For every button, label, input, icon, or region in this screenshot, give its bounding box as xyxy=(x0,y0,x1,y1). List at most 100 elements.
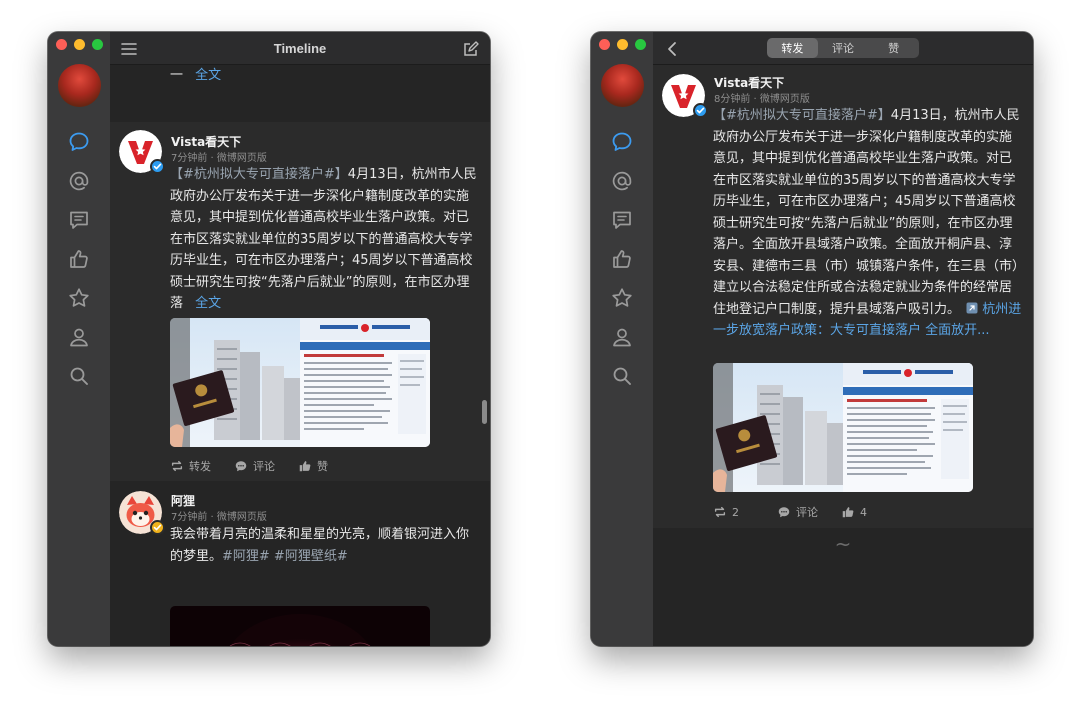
webpage-screenshot-image xyxy=(300,318,430,447)
account-avatar[interactable] xyxy=(601,64,644,107)
sidebar-item-profile[interactable] xyxy=(48,317,110,356)
post-actions: 转发 评论 赞 xyxy=(170,457,480,475)
post-body: 【#杭州拟大专可直接落户#】4月13日，杭州市人民政府办公厅发布关于进一步深化户… xyxy=(170,164,480,315)
tab-comments[interactable]: 评论 xyxy=(818,38,869,58)
sidebar xyxy=(591,32,653,646)
like-button[interactable]: 赞 xyxy=(298,458,328,474)
tab-likes[interactable]: 赞 xyxy=(868,38,919,58)
post-hashtag[interactable]: #阿狸# #阿狸壁纸# xyxy=(222,549,348,564)
post-username[interactable]: Vista看天下 xyxy=(714,74,784,91)
chat-bubble-icon xyxy=(612,132,632,151)
repost-icon xyxy=(171,460,183,472)
chat-bubble-icon xyxy=(69,132,89,151)
post-meta: 7分钟前 · 微博网页版 xyxy=(171,512,267,523)
star-icon xyxy=(69,287,89,307)
like-count: 4 xyxy=(860,505,867,519)
sidebar-item-timeline[interactable] xyxy=(591,122,653,161)
post-actions: 2 评论 4 xyxy=(713,503,1023,521)
window-controls xyxy=(56,39,103,50)
user-icon xyxy=(613,328,631,346)
menu-button[interactable] xyxy=(120,40,138,58)
sidebar-item-likes[interactable] xyxy=(48,239,110,278)
window-title: Timeline xyxy=(273,40,327,56)
read-more-link[interactable]: 全文 xyxy=(195,68,221,83)
timeline-post[interactable]: 阿狸 7分钟前 · 微博网页版 我会带着月亮的温柔和星星的光亮，顺着银河进入你的… xyxy=(110,482,490,646)
read-more-link[interactable]: 全文 xyxy=(195,296,221,311)
repost-icon xyxy=(714,506,726,518)
post-username[interactable]: Vista看天下 xyxy=(171,133,241,150)
post-photo[interactable] xyxy=(170,606,430,646)
sidebar-item-timeline[interactable] xyxy=(48,122,110,161)
window-controls xyxy=(599,39,646,50)
detail-tabs: 转发 评论 赞 xyxy=(767,38,919,58)
hamburger-icon xyxy=(121,43,137,55)
post-photo[interactable] xyxy=(713,363,843,492)
sidebar-item-profile[interactable] xyxy=(591,317,653,356)
avatar[interactable] xyxy=(119,130,165,174)
timeline-post[interactable]: Vista看天下 7分钟前 · 微博网页版 【#杭州拟大专可直接落户#】4月13… xyxy=(110,122,490,481)
comment-button[interactable]: 评论 xyxy=(234,458,275,474)
avatar[interactable] xyxy=(662,74,708,118)
comment-icon xyxy=(235,461,247,472)
post-screenshot[interactable] xyxy=(300,318,430,447)
post-meta: 8分钟前 · 微博网页版 xyxy=(714,94,810,105)
sidebar-item-search[interactable] xyxy=(591,356,653,395)
at-sign-icon xyxy=(69,171,89,190)
sidebar-item-comments[interactable] xyxy=(591,200,653,239)
sidebar-item-search[interactable] xyxy=(48,356,110,395)
timeline-window: Timeline 一 全文 转发 评论 xyxy=(48,32,490,646)
comment-list-icon xyxy=(613,211,631,229)
thumbs-up-icon xyxy=(70,249,88,268)
post-text: 4月13日，杭州市人民政府办公厅发布关于进一步深化户籍制度改革的实施意见，其中提… xyxy=(713,108,1020,317)
post-detail-window: 转发 评论 赞 Vista看天下 8分钟前 · 微博网页版 【#杭州拟大专可直接… xyxy=(591,32,1033,646)
sidebar-item-favorites[interactable] xyxy=(48,278,110,317)
sidebar-item-comments[interactable] xyxy=(48,200,110,239)
post-text: 4月13日，杭州市人民政府办公厅发布关于进一步深化户籍制度改革的实施意见，其中提… xyxy=(170,167,477,311)
close-window-button[interactable] xyxy=(56,39,67,50)
compose-button[interactable] xyxy=(462,40,480,58)
post-images[interactable] xyxy=(713,363,973,492)
post-hashtag[interactable]: 【#杭州拟大专可直接落户#】 xyxy=(170,167,348,182)
scrollbar-thumb[interactable] xyxy=(482,400,487,424)
thumbs-up-icon xyxy=(299,461,311,472)
verified-badge xyxy=(150,159,165,174)
repost-count: 2 xyxy=(732,505,739,519)
detail-main: 转发 评论 赞 Vista看天下 8分钟前 · 微博网页版 【#杭州拟大专可直接… xyxy=(653,32,1033,646)
sidebar-item-mentions[interactable] xyxy=(48,161,110,200)
avatar[interactable] xyxy=(119,491,165,535)
sidebar-item-mentions[interactable] xyxy=(591,161,653,200)
list-end-indicator: ~ xyxy=(834,532,852,556)
compose-icon xyxy=(464,41,479,56)
external-link-icon xyxy=(966,302,978,313)
post-meta: 7分钟前 · 微博网页版 xyxy=(171,153,267,164)
zoom-window-button[interactable] xyxy=(635,39,646,50)
chevron-left-icon xyxy=(668,42,676,56)
post-screenshot[interactable] xyxy=(843,363,973,492)
account-avatar[interactable] xyxy=(58,64,101,107)
thumbs-up-icon xyxy=(613,249,631,268)
minimize-window-button[interactable] xyxy=(617,39,628,50)
star-icon xyxy=(612,287,632,307)
minimize-window-button[interactable] xyxy=(74,39,85,50)
post-images[interactable] xyxy=(170,318,430,447)
post-photo[interactable] xyxy=(170,318,300,447)
close-window-button[interactable] xyxy=(599,39,610,50)
sidebar-item-favorites[interactable] xyxy=(591,278,653,317)
webpage-screenshot-image xyxy=(843,363,973,492)
comment-list-icon xyxy=(70,211,88,229)
zoom-window-button[interactable] xyxy=(92,39,103,50)
comment-button[interactable]: 评论 xyxy=(777,504,818,520)
user-icon xyxy=(70,328,88,346)
repost-button[interactable]: 转发 xyxy=(170,458,211,474)
like-button[interactable]: 4 xyxy=(841,505,867,519)
tab-reposts[interactable]: 转发 xyxy=(767,38,818,58)
partial-post: 一 全文 转发 评论 赞 xyxy=(110,65,490,141)
post-body: 【#杭州拟大专可直接落户#】4月13日，杭州市人民政府办公厅发布关于进一步深化户… xyxy=(713,105,1023,342)
sidebar-item-likes[interactable] xyxy=(591,239,653,278)
detail-post: Vista看天下 8分钟前 · 微博网页版 【#杭州拟大专可直接落户#】4月13… xyxy=(653,65,1033,528)
post-username[interactable]: 阿狸 xyxy=(171,492,195,509)
post-hashtag[interactable]: 【#杭州拟大专可直接落户#】 xyxy=(713,108,891,123)
back-button[interactable] xyxy=(663,40,681,58)
repost-button[interactable]: 2 xyxy=(713,505,739,519)
verified-badge xyxy=(150,520,165,535)
